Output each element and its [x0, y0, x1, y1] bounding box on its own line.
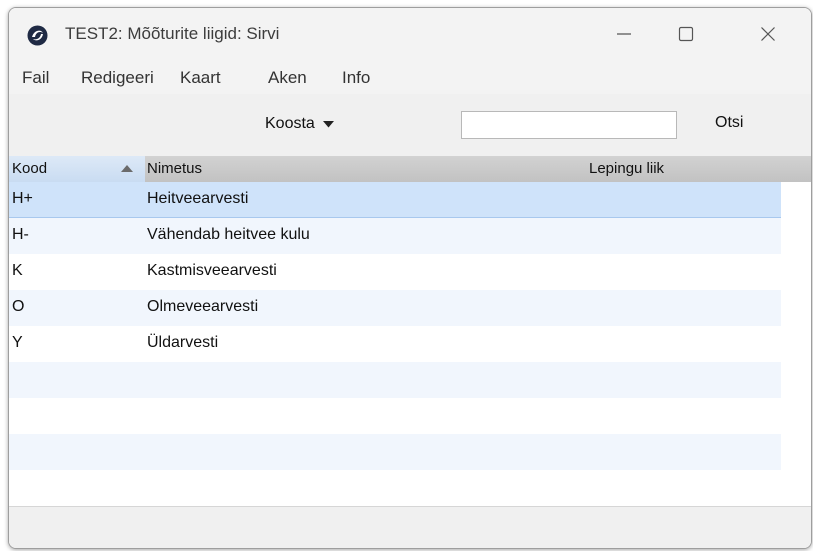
- minimize-icon: [617, 33, 631, 35]
- cell-nimetus: Kastmisveearvesti: [147, 262, 277, 279]
- menu-redigeeri[interactable]: Redigeeri: [81, 68, 154, 88]
- browse-window: TEST2: Mõõturite liigid: Sirvi Fail Redi…: [8, 7, 812, 549]
- table-row[interactable]: H- Vähendab heitvee kulu: [9, 218, 781, 254]
- table-row[interactable]: O Olmeveearvesti: [9, 290, 781, 326]
- window-title: TEST2: Mõõturite liigid: Sirvi: [65, 24, 280, 43]
- close-icon: [761, 27, 775, 41]
- cell-kood: Y: [12, 334, 23, 351]
- empty-row: [9, 434, 781, 470]
- cell-nimetus: Vähendab heitvee kulu: [147, 226, 310, 243]
- column-header-lepingu-liik[interactable]: Lepingu liik: [589, 160, 664, 177]
- cell-nimetus: Üldarvesti: [147, 334, 219, 351]
- table-body: H+ Heitveearvesti H- Vähendab heitvee ku…: [9, 182, 781, 470]
- table-row[interactable]: K Kastmisveearvesti: [9, 254, 781, 290]
- cell-kood: K: [12, 262, 23, 279]
- title-bar[interactable]: TEST2: Mõõturite liigid: Sirvi: [9, 8, 811, 60]
- toolbar: Koosta Otsi: [9, 94, 811, 156]
- table-row[interactable]: H+ Heitveearvesti: [9, 182, 781, 218]
- menu-aken[interactable]: Aken: [268, 68, 307, 88]
- close-button[interactable]: [733, 8, 803, 60]
- sort-ascending-icon: [121, 165, 133, 172]
- records-table: Kood Nimetus Lepingu liik H+ Heitveearve…: [9, 156, 811, 506]
- maximize-button[interactable]: [651, 8, 721, 60]
- menu-kaart[interactable]: Kaart: [180, 68, 221, 88]
- app-logo-icon: [27, 25, 48, 46]
- koosta-label: Koosta: [265, 115, 315, 132]
- minimize-button[interactable]: [589, 8, 659, 60]
- cell-nimetus: Olmeveearvesti: [147, 298, 259, 315]
- table-header: Kood Nimetus Lepingu liik: [9, 156, 811, 182]
- cell-nimetus: Heitveearvesti: [147, 190, 249, 207]
- cell-kood: H+: [12, 190, 33, 207]
- menu-fail[interactable]: Fail: [22, 68, 49, 88]
- koosta-dropdown-button[interactable]: Koosta: [265, 112, 334, 136]
- status-bar: [9, 506, 811, 548]
- empty-row: [9, 362, 781, 398]
- column-header-kood[interactable]: Kood: [9, 156, 145, 182]
- cell-kood: O: [12, 298, 25, 315]
- menu-bar: Fail Redigeeri Kaart Aken Info: [9, 60, 811, 94]
- caret-down-icon: [322, 120, 334, 127]
- cell-kood: H-: [12, 226, 29, 243]
- maximize-icon: [678, 26, 694, 42]
- column-header-nimetus[interactable]: Nimetus: [147, 160, 202, 177]
- empty-row: [9, 398, 781, 434]
- search-input[interactable]: [461, 111, 677, 139]
- table-row[interactable]: Y Üldarvesti: [9, 326, 781, 362]
- menu-info[interactable]: Info: [342, 68, 370, 88]
- search-button[interactable]: Otsi: [715, 114, 743, 132]
- column-header-kood-label: Kood: [12, 160, 48, 177]
